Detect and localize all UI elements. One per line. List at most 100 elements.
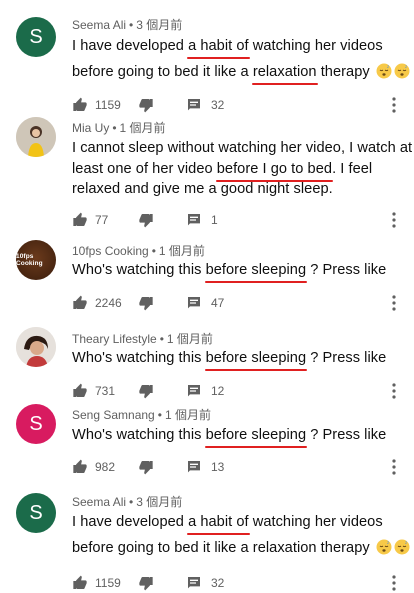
more-options-button[interactable]: [392, 210, 396, 230]
like-count: 1159: [95, 98, 121, 112]
more-vertical-icon: [392, 459, 396, 475]
more-options-button[interactable]: [392, 457, 396, 477]
like-count: 1159: [95, 576, 121, 590]
reply-button[interactable]: 1: [186, 210, 218, 230]
sleeping-face-emoji-icon: z: [376, 63, 392, 79]
author-name[interactable]: Theary Lifestyle: [72, 332, 157, 346]
thumbs-up-icon: [73, 212, 87, 226]
comment-time: 3 個月前: [136, 495, 183, 509]
comment-text-line: relaxed and give me a good night sleep.: [72, 181, 333, 197]
author-name[interactable]: Mia Uy: [72, 121, 109, 135]
avatar[interactable]: S: [16, 493, 56, 533]
author-name[interactable]: Seema Ali: [72, 18, 126, 32]
comment-text-line: I have developed a habit of watching her…: [72, 514, 383, 535]
like-count: 2246: [95, 296, 122, 310]
dislike-button[interactable]: [138, 95, 154, 115]
user-photo-icon: [16, 117, 56, 157]
author-name[interactable]: 10fps Cooking: [72, 244, 149, 258]
thumbs-up-icon: [73, 97, 87, 111]
highlighted-phrase: relaxation: [251, 64, 318, 85]
like-button[interactable]: 1159: [72, 95, 121, 115]
dislike-button[interactable]: [138, 381, 154, 401]
thumbs-down-icon: [139, 297, 153, 311]
dislike-button[interactable]: [138, 573, 154, 593]
author-name[interactable]: Seema Ali: [72, 495, 126, 509]
highlighted-phrase: before sleeping: [204, 262, 307, 283]
comment-text-line: least one of her video before I go to be…: [72, 161, 373, 182]
like-count: 731: [95, 384, 116, 398]
like-button[interactable]: 731: [72, 381, 115, 401]
comment-text-line: before going to bed it like a relaxation…: [72, 539, 410, 556]
thumbs-up-icon: [73, 383, 87, 397]
reply-button[interactable]: 13: [186, 457, 224, 477]
more-vertical-icon: [392, 212, 396, 228]
thumbs-down-icon: [139, 577, 153, 591]
avatar[interactable]: 10fps Cooking: [16, 240, 56, 280]
comment-actions: 1159 32: [72, 95, 402, 115]
reply-count: 13: [211, 460, 225, 474]
like-button[interactable]: 1159: [72, 573, 121, 593]
avatar-letter: S: [29, 412, 43, 435]
comment-actions: 77 1: [72, 210, 402, 230]
reply-count: 32: [211, 98, 225, 112]
thumbs-up-icon: [73, 295, 87, 309]
thumbs-down-icon: [139, 385, 153, 399]
like-count: 77: [95, 213, 109, 227]
reply-count: 32: [211, 576, 225, 590]
channel-logo: 10fps Cooking: [16, 253, 43, 267]
avatar[interactable]: S: [16, 404, 56, 444]
comment-text-line: I cannot sleep without watching her vide…: [72, 140, 413, 156]
highlighted-phrase: a habit of: [187, 514, 250, 535]
comment-meta: 10fps Cooking • 1 個月前: [72, 244, 205, 258]
comment-actions: 2246 47: [72, 293, 402, 313]
comment-text-line: Who's watching this before sleeping ? Pr…: [72, 262, 387, 283]
more-options-button[interactable]: [392, 573, 396, 593]
avatar[interactable]: [16, 327, 56, 367]
dislike-button[interactable]: [138, 457, 154, 477]
comment-meta: Theary Lifestyle • 1 個月前: [72, 332, 213, 346]
reply-comment-icon: [188, 385, 200, 397]
like-button[interactable]: 2246: [72, 293, 122, 313]
like-button[interactable]: 77: [72, 210, 108, 230]
reply-comment-icon: [188, 99, 200, 111]
reply-button[interactable]: 47: [186, 293, 224, 313]
reply-comment-icon: [188, 577, 200, 589]
user-photo-icon: [16, 327, 56, 367]
reply-button[interactable]: 32: [186, 95, 224, 115]
comment-text-line: Who's watching this before sleeping ? Pr…: [72, 350, 387, 371]
dislike-button[interactable]: [138, 210, 154, 230]
comment-text-line: before going to bed it like a relaxation…: [72, 63, 410, 85]
avatar[interactable]: S: [16, 17, 56, 57]
comment-actions: 1159 32: [72, 573, 402, 593]
sleeping-face-emoji-icon: z: [394, 63, 410, 79]
reply-button[interactable]: 32: [186, 573, 224, 593]
reply-button[interactable]: 12: [186, 381, 224, 401]
avatar-letter: S: [29, 25, 43, 48]
avatar-letter: S: [29, 501, 43, 524]
more-vertical-icon: [392, 383, 396, 399]
thumbs-down-icon: [139, 461, 153, 475]
comment-actions: 982 13: [72, 457, 402, 477]
thumbs-down-icon: [139, 99, 153, 113]
like-count: 982: [95, 460, 116, 474]
like-button[interactable]: 982: [72, 457, 115, 477]
comment-meta: Seema Ali • 3 個月前: [72, 18, 183, 32]
highlighted-phrase: before sleeping: [204, 427, 307, 448]
dislike-button[interactable]: [138, 293, 154, 313]
reply-count: 12: [211, 384, 225, 398]
reply-count: 47: [211, 296, 225, 310]
thumbs-up-icon: [73, 459, 87, 473]
comment-meta: Seema Ali • 3 個月前: [72, 495, 183, 509]
sleeping-face-emoji-icon: z: [376, 539, 392, 555]
more-options-button[interactable]: [392, 293, 396, 313]
more-options-button[interactable]: [392, 381, 396, 401]
comment-time: 1 個月前: [119, 121, 166, 135]
sleeping-face-emoji-icon: z: [394, 539, 410, 555]
highlighted-phrase: a habit of: [187, 38, 250, 59]
reply-comment-icon: [188, 461, 200, 473]
avatar[interactable]: [16, 117, 56, 157]
more-options-button[interactable]: [392, 95, 396, 115]
comment-time: 1 個月前: [158, 244, 205, 258]
author-name[interactable]: Seng Samnang: [72, 408, 155, 422]
reply-comment-icon: [188, 297, 200, 309]
